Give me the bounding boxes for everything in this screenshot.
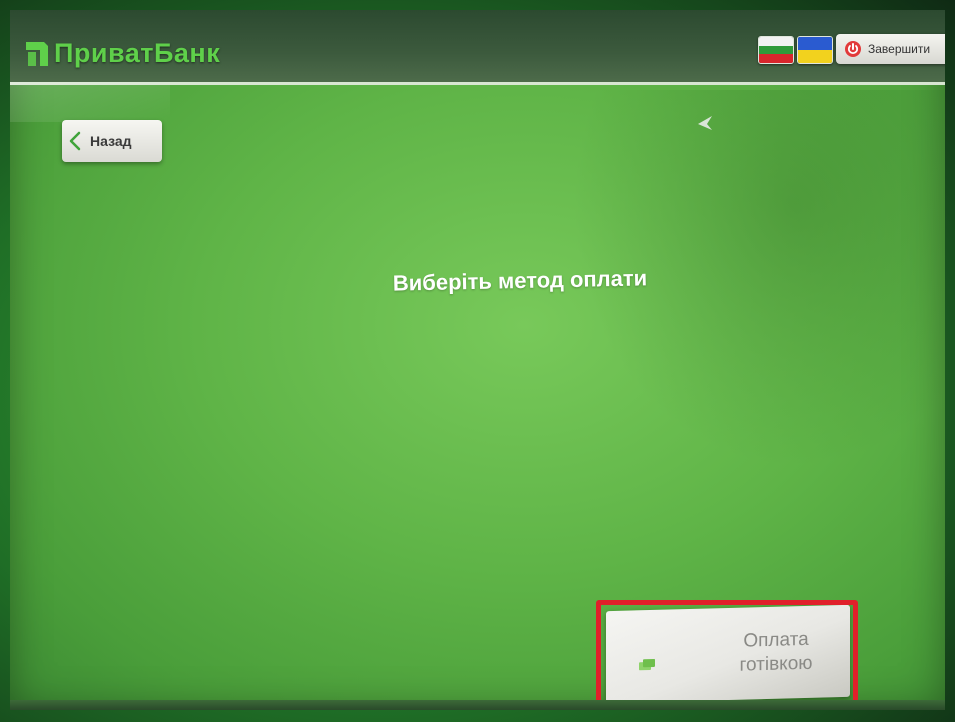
bank-logo: ПриватБанк [24, 38, 220, 69]
header-bar: ПриватБанк Завершити [10, 10, 945, 85]
cursor-icon [694, 114, 714, 134]
power-icon [844, 40, 862, 58]
highlight-annotation [596, 600, 858, 708]
bank-logo-text: ПриватБанк [54, 38, 221, 68]
chevron-left-icon [68, 130, 82, 152]
atm-bezel: ПриватБанк Завершити Назад Виберіть мето… [0, 0, 955, 722]
atm-screen: ПриватБанк Завершити Назад Виберіть мето… [10, 10, 945, 710]
privatbank-logo-icon [24, 40, 50, 68]
back-button[interactable]: Назад [62, 120, 162, 162]
ru-flag-icon[interactable] [758, 36, 794, 64]
page-title: Виберіть метод оплати [392, 265, 648, 296]
exit-button[interactable]: Завершити [836, 34, 945, 64]
exit-button-label: Завершити [868, 42, 931, 56]
footer-strip [10, 700, 945, 710]
uk-flag-icon[interactable] [797, 36, 833, 64]
back-button-label: Назад [90, 133, 132, 149]
language-switcher [758, 36, 833, 64]
header-decoration [10, 82, 170, 122]
